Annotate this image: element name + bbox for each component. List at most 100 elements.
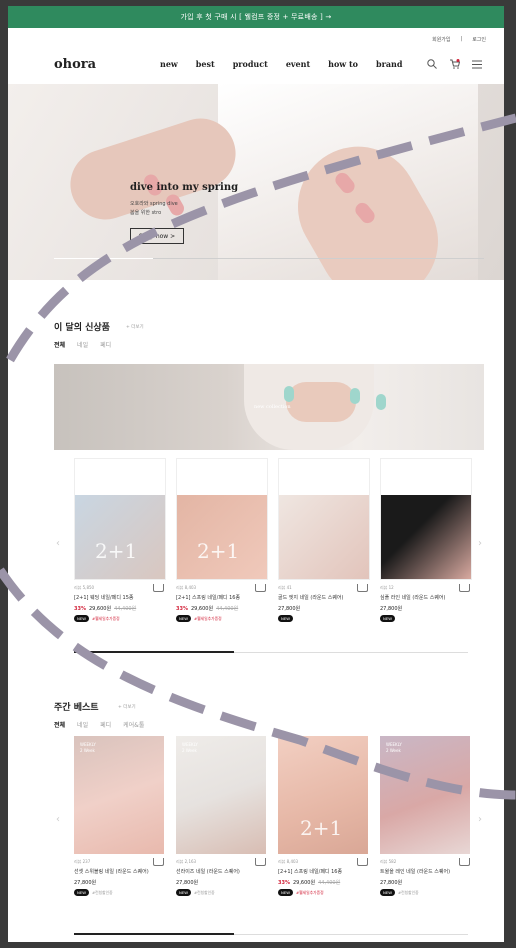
product-card[interactable]: 리뷰 12 심플 라인 네일 (라운드 스퀘어) 27,800원 NEW [380,458,472,622]
cart-icon[interactable] [449,59,460,69]
product-card[interactable]: WEEKLY 2 Week 리뷰 237 선셋 스위블링 네일 (라운드 스퀘어)… [74,736,164,896]
product-card[interactable]: WEEKLY 2 Week 리뷰 582 트윌을 레인 네일 (라운드 스퀘어) … [380,736,470,896]
add-to-cart-icon[interactable] [255,858,266,866]
promo-tag: #런칭할인중 [398,889,419,895]
product-thumbnail[interactable]: WEEKLY 2 Week [74,736,164,854]
hero-progress [54,258,484,259]
new-scrollbar[interactable] [74,651,468,653]
original-price: 44,400원 [114,606,137,612]
review-count: 리뷰 8,403 [176,585,197,590]
product-image-badge: 2+1 [300,816,343,840]
rank-sub: 2 Week [80,748,95,753]
discount-rate: 33% [176,606,188,612]
add-to-cart-icon[interactable] [153,584,164,592]
review-count: 리뷰 12 [380,585,394,590]
new-badge: NEW [278,615,293,622]
product-card[interactable]: 2+1 리뷰 8,403 [2+1] 스프링 네일/페디 16종 33% 29,6… [278,736,368,896]
tab-all[interactable]: 전체 [54,720,65,729]
logo[interactable]: ohora [54,57,96,72]
rank-badge: WEEKLY 2 Week [80,742,96,754]
promo-tag: #웰세일추가증정 [296,889,324,895]
product-image-badge: 2+1 [95,539,138,563]
menu-icon[interactable] [472,60,482,69]
next-arrow-icon[interactable]: › [478,538,482,549]
add-to-cart-icon[interactable] [459,858,470,866]
banner-image-hand [286,382,356,422]
join-link[interactable]: 회원가입 [432,36,450,43]
product-thumbnail[interactable] [380,458,472,580]
product-thumbnail[interactable]: 2+1 [74,458,166,580]
tab-nail[interactable]: 네일 [77,720,88,729]
add-to-cart-icon[interactable] [459,584,470,592]
hero-title: dive into my spring [130,182,239,193]
promo-tag: #웰세일추가증정 [194,615,222,621]
hero-banner[interactable] [8,84,504,280]
new-badge: NEW [380,889,395,896]
scrollbar-thumb[interactable] [74,651,234,653]
new-badge: NEW [74,889,89,896]
product-name[interactable]: [2+1] 웨딩 네일/페디 15종 [74,595,164,602]
review-count: 리뷰 41 [278,585,292,590]
product-name[interactable]: 골드 엣지 네일 (라운드 스퀘어) [278,595,368,602]
sale-price: 27,800원 [380,880,403,886]
tab-pedi[interactable]: 페디 [100,340,111,349]
nav-howto[interactable]: how to [328,59,358,69]
new-more-link[interactable]: + 더보기 [126,324,144,330]
add-to-cart-icon[interactable] [255,584,266,592]
product-thumbnail[interactable]: WEEKLY 2 Week [380,736,470,854]
nav-product[interactable]: product [233,59,268,69]
prev-arrow-icon[interactable]: ‹ [56,538,60,549]
tab-care[interactable]: 케어&툴 [123,720,144,729]
product-thumbnail[interactable]: 2+1 [278,736,368,854]
product-card[interactable]: WEEKLY 2 Week 리뷰 2,163 선라이즈 네일 (라운드 스퀘어) … [176,736,266,896]
nav-event[interactable]: event [286,59,310,69]
sale-price: 27,800원 [380,606,403,612]
next-arrow-icon[interactable]: › [478,814,482,825]
tab-nail[interactable]: 네일 [77,340,88,349]
new-collection-banner[interactable]: new collection [54,364,484,450]
main-nav: new best product event how to brand [160,59,402,69]
product-name[interactable]: [2+1] 스프링 네일/페디 16종 [278,869,368,876]
new-badge: NEW [176,889,191,896]
login-link[interactable]: 로그인 [472,36,486,43]
promo-banner[interactable]: 가입 후 첫 구매 시 [ 웰컴프 증정 + 무료배송 ] → [8,6,504,28]
header-icons [427,59,482,69]
nav-new[interactable]: new [160,59,178,69]
product-thumbnail[interactable]: 2+1 [176,458,268,580]
site-header: ohora new best product event how to bran… [8,50,504,78]
product-name[interactable]: 트윌을 레인 네일 (라운드 스퀘어) [380,869,470,876]
product-name[interactable]: [2+1] 스프링 네일/페디 16종 [176,595,266,602]
scrollbar-thumb[interactable] [74,933,234,935]
product-name[interactable]: 선셋 스위블링 네일 (라운드 스퀘어) [74,869,164,876]
product-card[interactable]: 2+1 리뷰 8,403 [2+1] 스프링 네일/페디 16종 33% 29,6… [176,458,268,622]
nav-brand[interactable]: brand [376,59,402,69]
search-icon[interactable] [427,59,437,69]
shop-now-button[interactable]: Shop now > [130,228,184,244]
product-image [279,495,369,579]
tab-pedi[interactable]: 페디 [100,720,111,729]
product-thumbnail[interactable]: WEEKLY 2 Week [176,736,266,854]
product-card[interactable]: 리뷰 41 골드 엣지 네일 (라운드 스퀘어) 27,800원 NEW [278,458,370,622]
product-name[interactable]: 심플 라인 네일 (라운드 스퀘어) [380,595,470,602]
add-to-cart-icon[interactable] [153,858,164,866]
banner-text: new collection [254,404,291,410]
product-thumbnail[interactable] [278,458,370,580]
original-price: 44,400원 [318,880,341,886]
prev-arrow-icon[interactable]: ‹ [56,814,60,825]
best-more-link[interactable]: + 더보기 [118,704,136,710]
banner-nail [376,394,386,410]
new-badge: NEW [380,615,395,622]
product-card[interactable]: 2+1 리뷰 5,850 [2+1] 웨딩 네일/페디 15종 33% 29,60… [74,458,166,622]
nav-best[interactable]: best [196,59,215,69]
hero-progress-fill [54,258,153,259]
tab-all[interactable]: 전체 [54,340,65,349]
product-name[interactable]: 선라이즈 네일 (라운드 스퀘어) [176,869,266,876]
add-to-cart-icon[interactable] [357,858,368,866]
sale-price: 29,600원 [190,606,214,612]
original-price: 44,400원 [216,606,239,612]
promo-tag: #런칭할인중 [194,889,215,895]
best-scrollbar[interactable] [74,933,468,935]
promo-tag: #런칭할인중 [92,889,113,895]
promo-tag: #웰세일추가증정 [92,615,120,621]
add-to-cart-icon[interactable] [357,584,368,592]
